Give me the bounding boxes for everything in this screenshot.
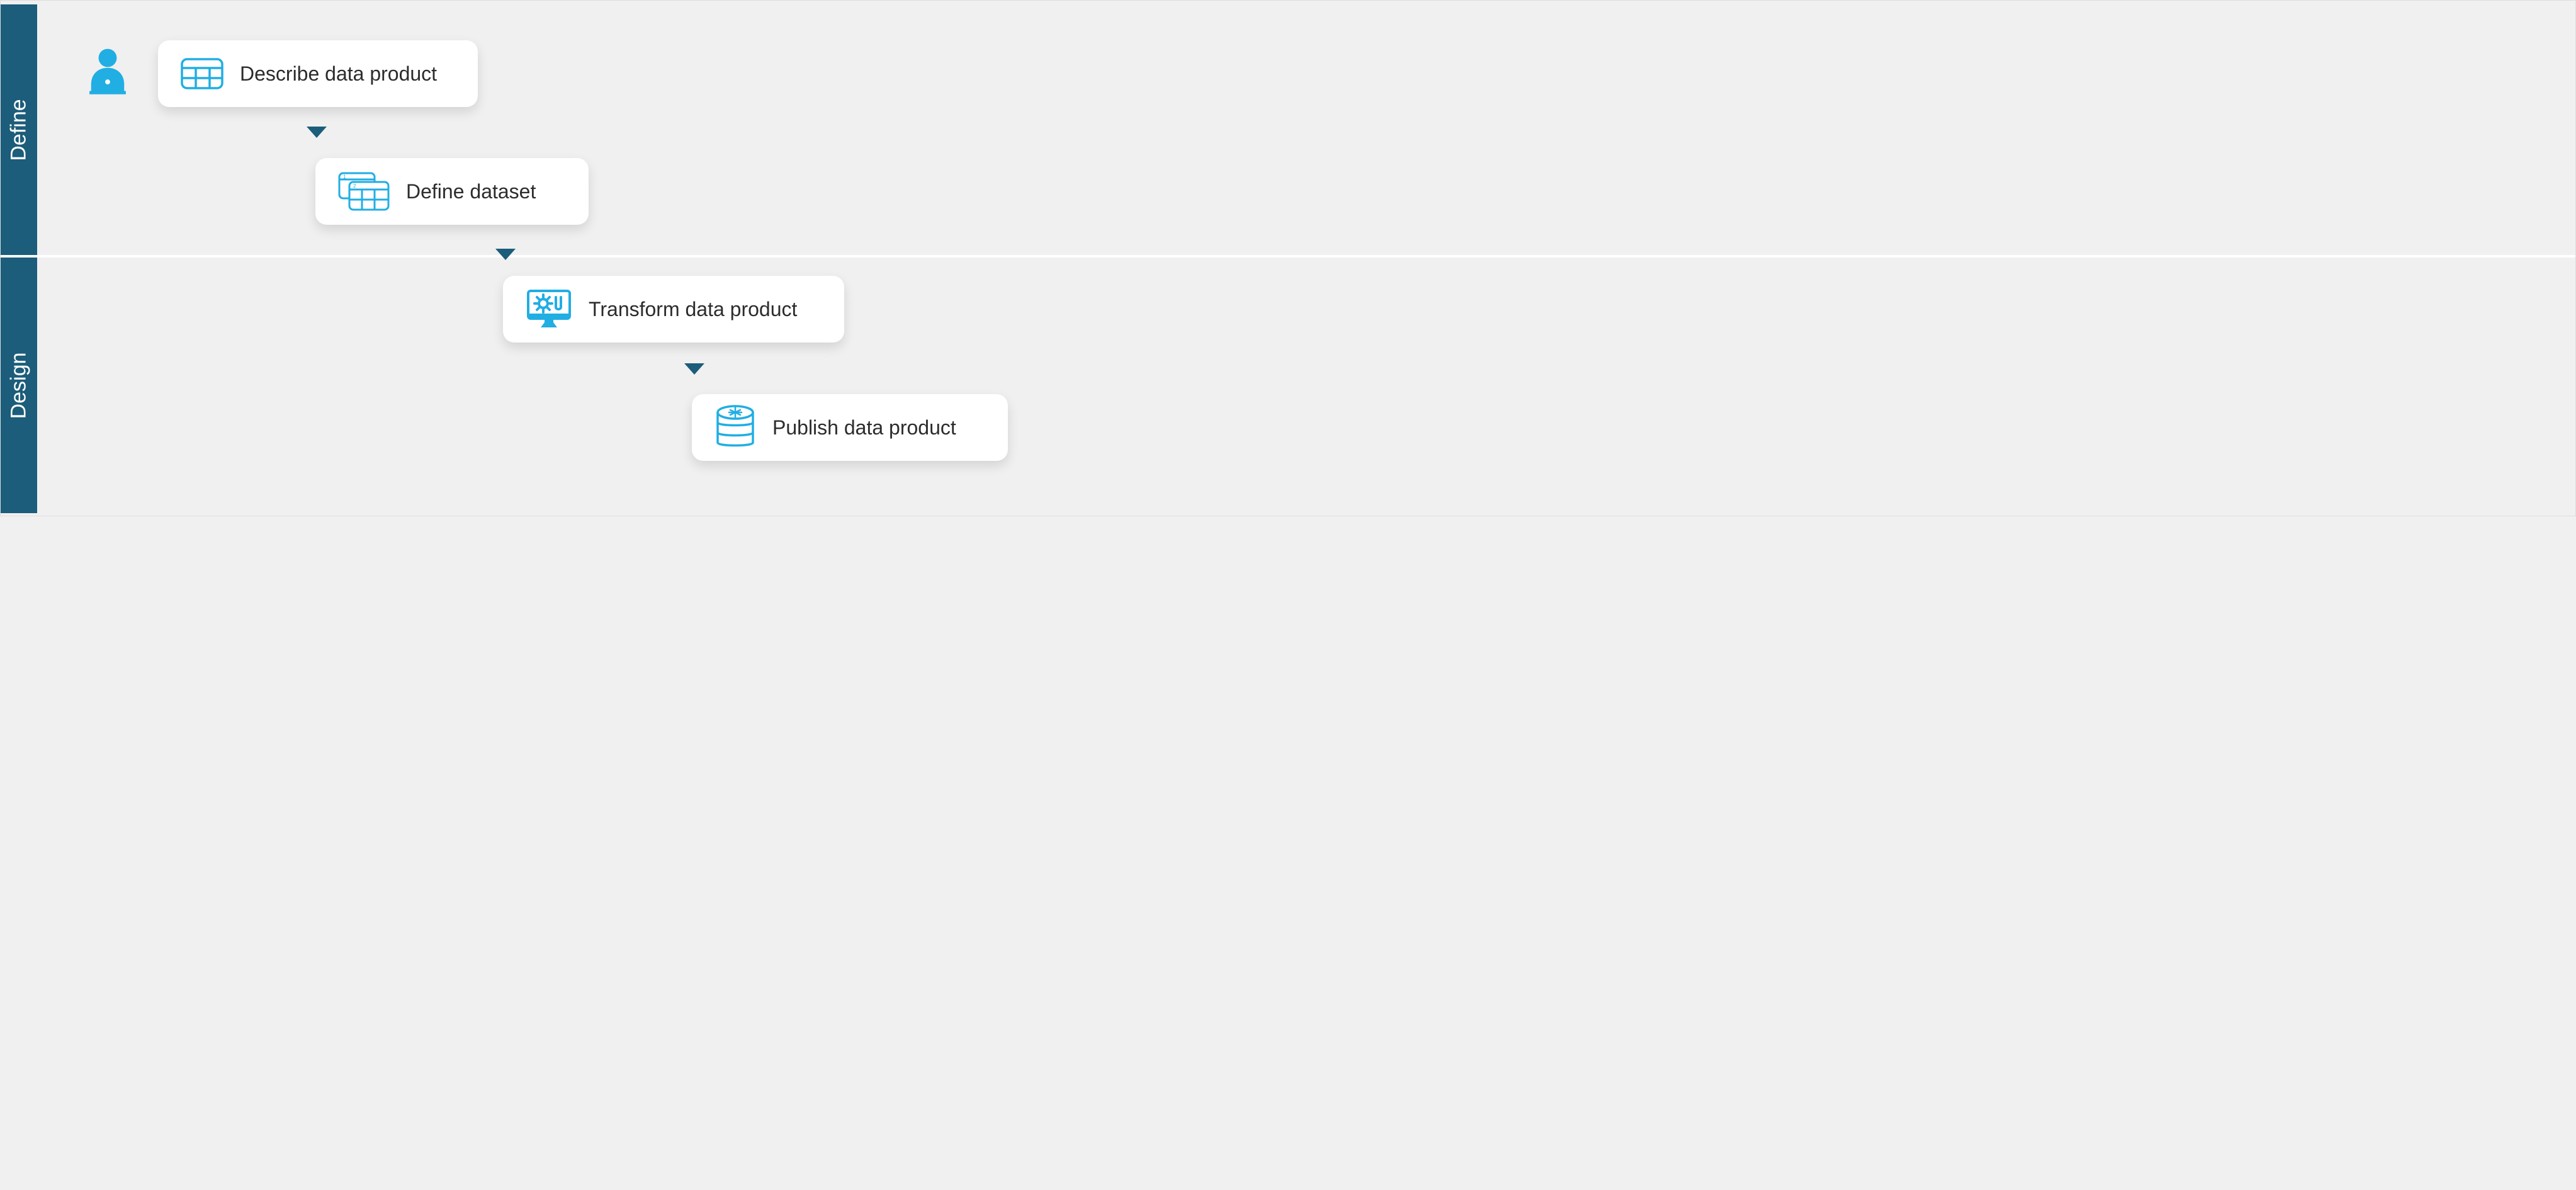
card-publish-text: Publish data product <box>772 416 956 439</box>
card-define-dataset-text: Define dataset <box>406 180 536 203</box>
svg-text:2: 2 <box>353 183 356 189</box>
arrow-after-transform <box>684 363 704 375</box>
stacked-tables-icon: 1 2 <box>338 172 390 211</box>
lane-label-define-text: Define <box>7 99 31 161</box>
person-icon <box>81 45 134 101</box>
table-icon <box>181 58 223 89</box>
card-transform-text: Transform data product <box>589 298 797 321</box>
card-define-dataset: 1 2 Define dataset <box>315 158 589 225</box>
card-publish-data-product: Publish data product <box>692 394 1008 461</box>
card-describe-text: Describe data product <box>240 62 437 86</box>
database-snowflake-icon <box>715 405 756 450</box>
monitor-config-icon <box>526 288 572 330</box>
arrow-after-define-dataset <box>495 249 516 260</box>
card-transform-data-product: Transform data product <box>503 276 844 343</box>
lane-divider <box>1 255 2575 258</box>
card-describe-data-product: Describe data product <box>158 40 478 107</box>
lane-label-define: Define <box>1 4 37 255</box>
lane-label-design-text: Design <box>7 352 31 419</box>
arrow-after-describe <box>307 127 327 138</box>
lane-label-design: Design <box>1 258 37 513</box>
process-diagram: Define Design Describe data product <box>0 0 2576 516</box>
svg-text:1: 1 <box>343 174 346 180</box>
